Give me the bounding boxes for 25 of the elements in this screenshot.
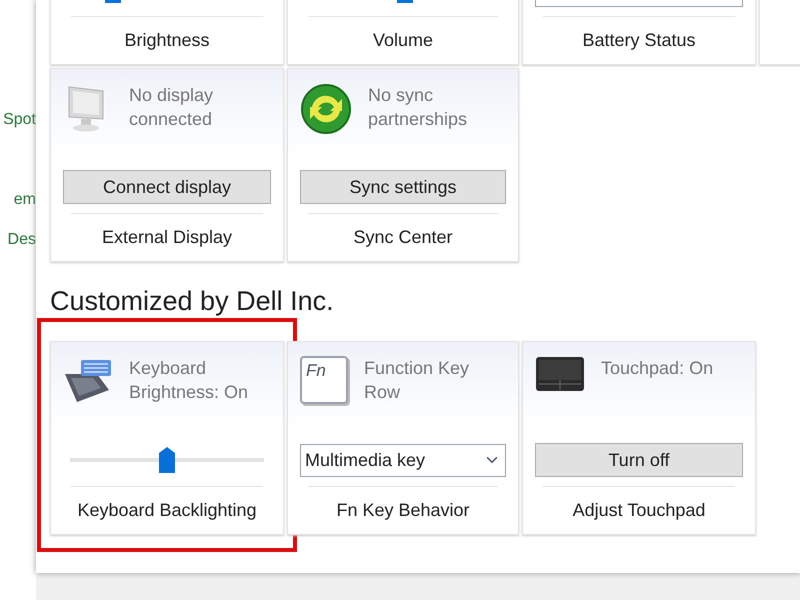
tile-title: Volume <box>372 29 434 52</box>
icon-label: Fn <box>306 362 326 379</box>
tile-title: Fn Key Behavior <box>336 499 470 522</box>
sidebar-link[interactable]: em <box>14 189 36 211</box>
status-text: No sync partnerships <box>368 84 468 131</box>
tile-title: Sync Center <box>353 226 453 249</box>
sync-icon <box>300 83 352 135</box>
status-text: Keyboard Brightness: On <box>129 357 250 404</box>
sidebar-link[interactable]: Des <box>8 229 36 251</box>
tile-title: Adjust Touchpad <box>572 499 706 522</box>
tile-button[interactable]: Connect display <box>63 170 271 204</box>
tile-title: Brightness <box>124 29 210 52</box>
dropdown[interactable]: Multimedia key <box>300 444 506 476</box>
tile-button[interactable]: Sync settings <box>300 170 506 204</box>
tile-title: Keyboard Backlighting <box>77 499 257 522</box>
slider-thumb[interactable] <box>159 447 175 473</box>
touchpad-icon <box>535 356 585 392</box>
sidebar-link[interactable]: Spot <box>3 109 36 131</box>
tile-title: Battery Status <box>582 29 696 52</box>
tile-title: External Display <box>102 226 232 249</box>
tile-button[interactable]: Turn off <box>535 443 743 477</box>
status-text: Function Key Row <box>364 357 470 404</box>
section-heading: Customized by Dell Inc. <box>50 285 334 318</box>
status-text: Touchpad: On <box>601 357 714 380</box>
status-text: No display connected <box>129 84 214 131</box>
